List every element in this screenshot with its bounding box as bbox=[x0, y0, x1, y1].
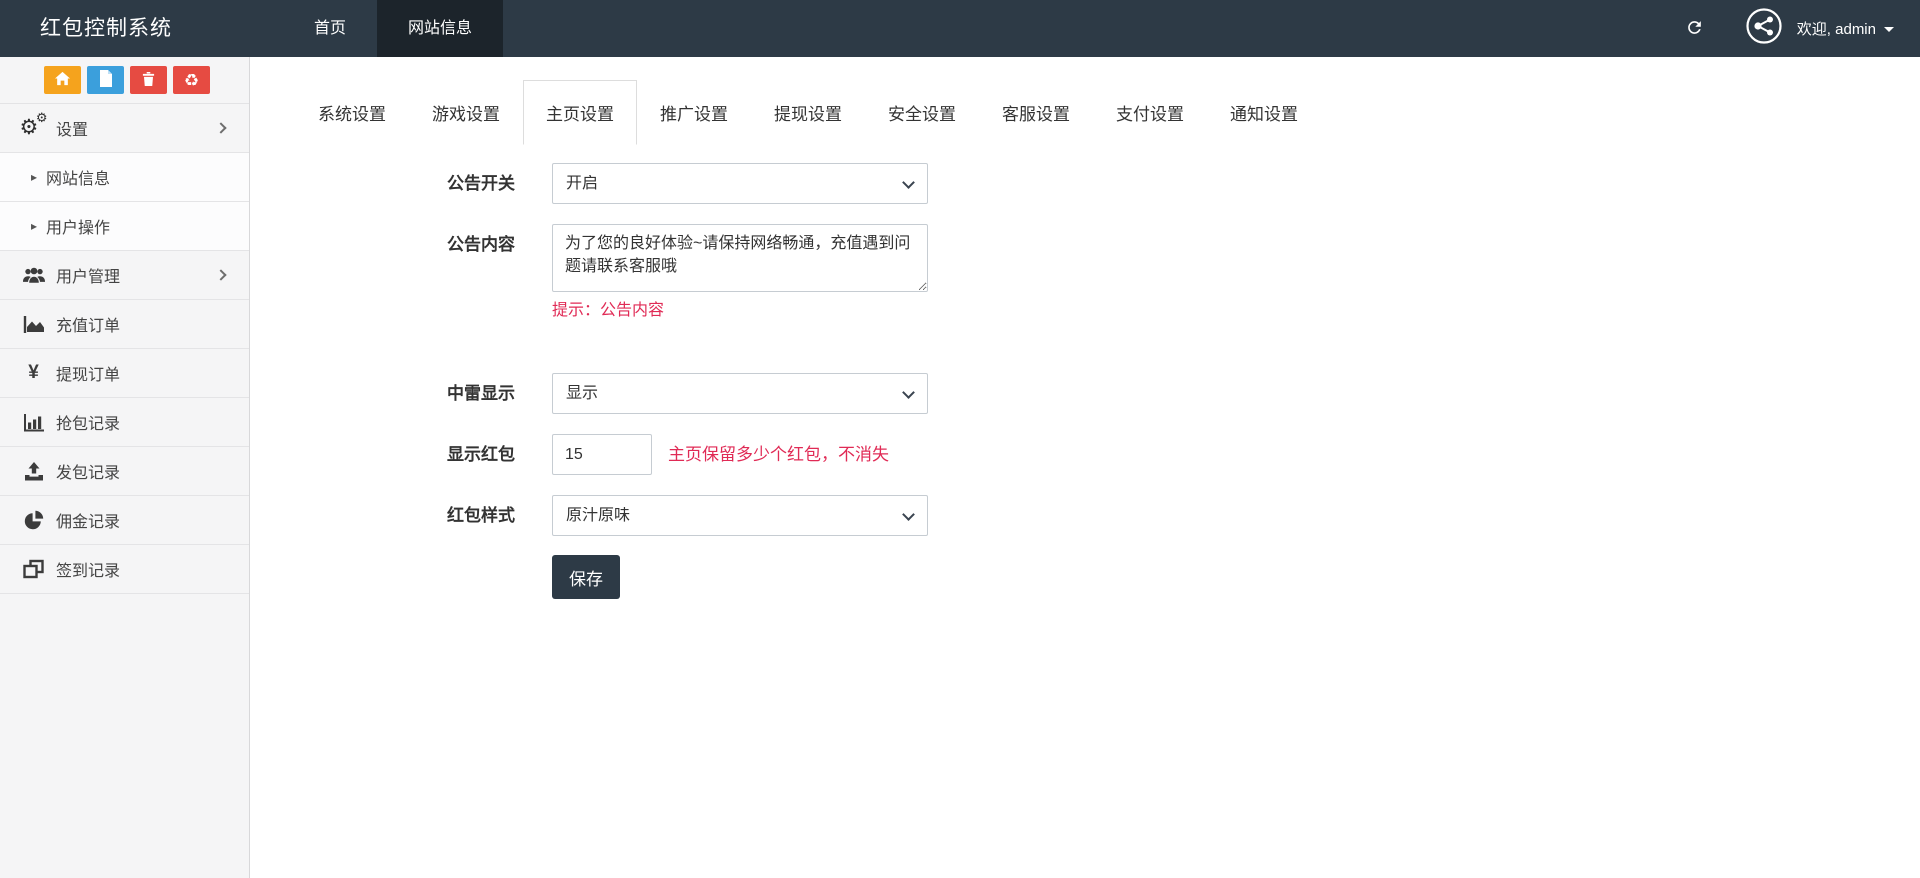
sidebar-item-grab-records[interactable]: 抢包记录 bbox=[0, 398, 249, 447]
recycle-icon: ♻ bbox=[183, 70, 200, 90]
navbar-right: 欢迎, admin bbox=[1663, 0, 1920, 57]
tab-game-settings[interactable]: 游戏设置 bbox=[409, 80, 523, 145]
tab-service-settings[interactable]: 客服设置 bbox=[979, 80, 1093, 145]
caret-down-icon bbox=[1884, 27, 1894, 32]
tab-security-settings[interactable]: 安全设置 bbox=[865, 80, 979, 145]
sidebar-item-label: 佣金记录 bbox=[56, 514, 121, 531]
settings-tabs: 系统设置 游戏设置 主页设置 推广设置 提现设置 安全设置 客服设置 支付设置 … bbox=[295, 80, 1920, 145]
tab-notify-settings[interactable]: 通知设置 bbox=[1207, 80, 1321, 145]
tab-system-settings[interactable]: 系统设置 bbox=[295, 80, 409, 145]
mine-display-label: 中雷显示 bbox=[447, 384, 515, 403]
sidebar-item-label: 用户管理 bbox=[56, 269, 121, 286]
sidebar: ♻ ⚙ ⚙ 设置 ▸ 网站信息 ▸ 用户操作 用户管理 充值订单 ¥ 提现订单 … bbox=[0, 57, 250, 878]
share-nodes-icon bbox=[1744, 6, 1784, 51]
sidebar-item-label: 抢包记录 bbox=[56, 416, 121, 433]
packet-style-label: 红包样式 bbox=[447, 506, 515, 525]
sidebar-item-recharge-orders[interactable]: 充值订单 bbox=[0, 300, 249, 349]
upload-icon bbox=[20, 461, 47, 481]
home-icon bbox=[54, 71, 71, 89]
trash-button[interactable] bbox=[130, 66, 167, 94]
sidebar-item-checkin-records[interactable]: 签到记录 bbox=[0, 545, 249, 594]
sidebar-subitem-site-info[interactable]: ▸ 网站信息 bbox=[0, 153, 249, 202]
announce-content-hint: 提示：公告内容 bbox=[552, 302, 665, 319]
user-dropdown[interactable]: 欢迎, admin bbox=[1797, 18, 1894, 39]
welcome-text: 欢迎, admin bbox=[1796, 21, 1876, 38]
clone-icon bbox=[20, 559, 47, 579]
users-icon bbox=[20, 267, 47, 284]
nav-item-home[interactable]: 首页 bbox=[283, 0, 377, 57]
sidebar-item-withdraw-orders[interactable]: ¥ 提现订单 bbox=[0, 349, 249, 398]
avatar[interactable] bbox=[1744, 6, 1784, 51]
announce-content-label: 公告内容 bbox=[447, 235, 515, 254]
homepage-settings-form: 公告开关 开启 公告内容 为了您的良好体验~请保持网络畅通，充值遇到问题请联系客… bbox=[295, 163, 1920, 599]
sidebar-item-settings[interactable]: ⚙ ⚙ 设置 bbox=[0, 104, 249, 153]
recycle-button[interactable]: ♻ bbox=[173, 66, 210, 94]
nav-item-site-info[interactable]: 网站信息 bbox=[377, 0, 504, 57]
refresh-button[interactable] bbox=[1663, 18, 1726, 40]
sidebar-subitem-user-actions[interactable]: ▸ 用户操作 bbox=[0, 202, 249, 251]
refresh-icon bbox=[1685, 18, 1704, 40]
top-navbar: 红包控制系统 首页 网站信息 欢迎, admin bbox=[0, 0, 1920, 57]
sidebar-item-label: 网站信息 bbox=[46, 171, 111, 188]
announce-switch-label: 公告开关 bbox=[447, 174, 515, 193]
chevron-right-icon bbox=[215, 269, 227, 281]
area-chart-icon bbox=[20, 315, 47, 334]
caret-right-icon: ▸ bbox=[31, 219, 38, 233]
sidebar-quick-buttons: ♻ bbox=[0, 57, 249, 104]
announce-content-textarea[interactable]: 为了您的良好体验~请保持网络畅通，充值遇到问题请联系客服哦 bbox=[552, 224, 928, 292]
pie-chart-icon bbox=[20, 510, 47, 530]
home-button[interactable] bbox=[44, 66, 81, 94]
navbar-menu: 首页 网站信息 bbox=[283, 0, 504, 57]
sidebar-item-label: 签到记录 bbox=[56, 563, 121, 580]
sidebar-item-label: 提现订单 bbox=[56, 367, 121, 384]
show-packets-hint: 主页保留多少个红包，不消失 bbox=[668, 445, 889, 464]
sidebar-item-label: 充值订单 bbox=[56, 318, 121, 335]
sidebar-item-label: 用户操作 bbox=[46, 220, 111, 237]
file-button[interactable] bbox=[87, 66, 124, 94]
sidebar-item-user-management[interactable]: 用户管理 bbox=[0, 251, 249, 300]
gears-icon: ⚙ ⚙ bbox=[19, 111, 48, 139]
yen-icon: ¥ bbox=[28, 362, 39, 383]
sidebar-item-commission-records[interactable]: 佣金记录 bbox=[0, 496, 249, 545]
save-button[interactable]: 保存 bbox=[552, 555, 620, 599]
sidebar-item-label: 设置 bbox=[56, 122, 89, 139]
tab-payment-settings[interactable]: 支付设置 bbox=[1093, 80, 1207, 145]
main-content: 系统设置 游戏设置 主页设置 推广设置 提现设置 安全设置 客服设置 支付设置 … bbox=[250, 57, 1920, 878]
sidebar-item-send-records[interactable]: 发包记录 bbox=[0, 447, 249, 496]
caret-right-icon: ▸ bbox=[31, 170, 38, 184]
tab-homepage-settings[interactable]: 主页设置 bbox=[523, 80, 637, 145]
packet-style-select[interactable]: 原汁原味 bbox=[552, 495, 928, 536]
brand-title[interactable]: 红包控制系统 bbox=[0, 0, 250, 57]
tab-promo-settings[interactable]: 推广设置 bbox=[637, 80, 751, 145]
show-packets-label: 显示红包 bbox=[447, 445, 515, 464]
mine-display-select[interactable]: 显示 bbox=[552, 373, 928, 414]
bar-chart-icon bbox=[20, 413, 47, 432]
sidebar-item-label: 发包记录 bbox=[56, 465, 121, 482]
show-packets-input[interactable] bbox=[552, 434, 652, 475]
chevron-right-icon bbox=[215, 122, 227, 134]
sidebar-menu: ⚙ ⚙ 设置 ▸ 网站信息 ▸ 用户操作 用户管理 充值订单 ¥ 提现订单 抢包… bbox=[0, 104, 249, 594]
tab-withdraw-settings[interactable]: 提现设置 bbox=[751, 80, 865, 145]
file-icon bbox=[99, 70, 113, 90]
trash-icon bbox=[141, 71, 156, 90]
announce-switch-select[interactable]: 开启 bbox=[552, 163, 928, 204]
